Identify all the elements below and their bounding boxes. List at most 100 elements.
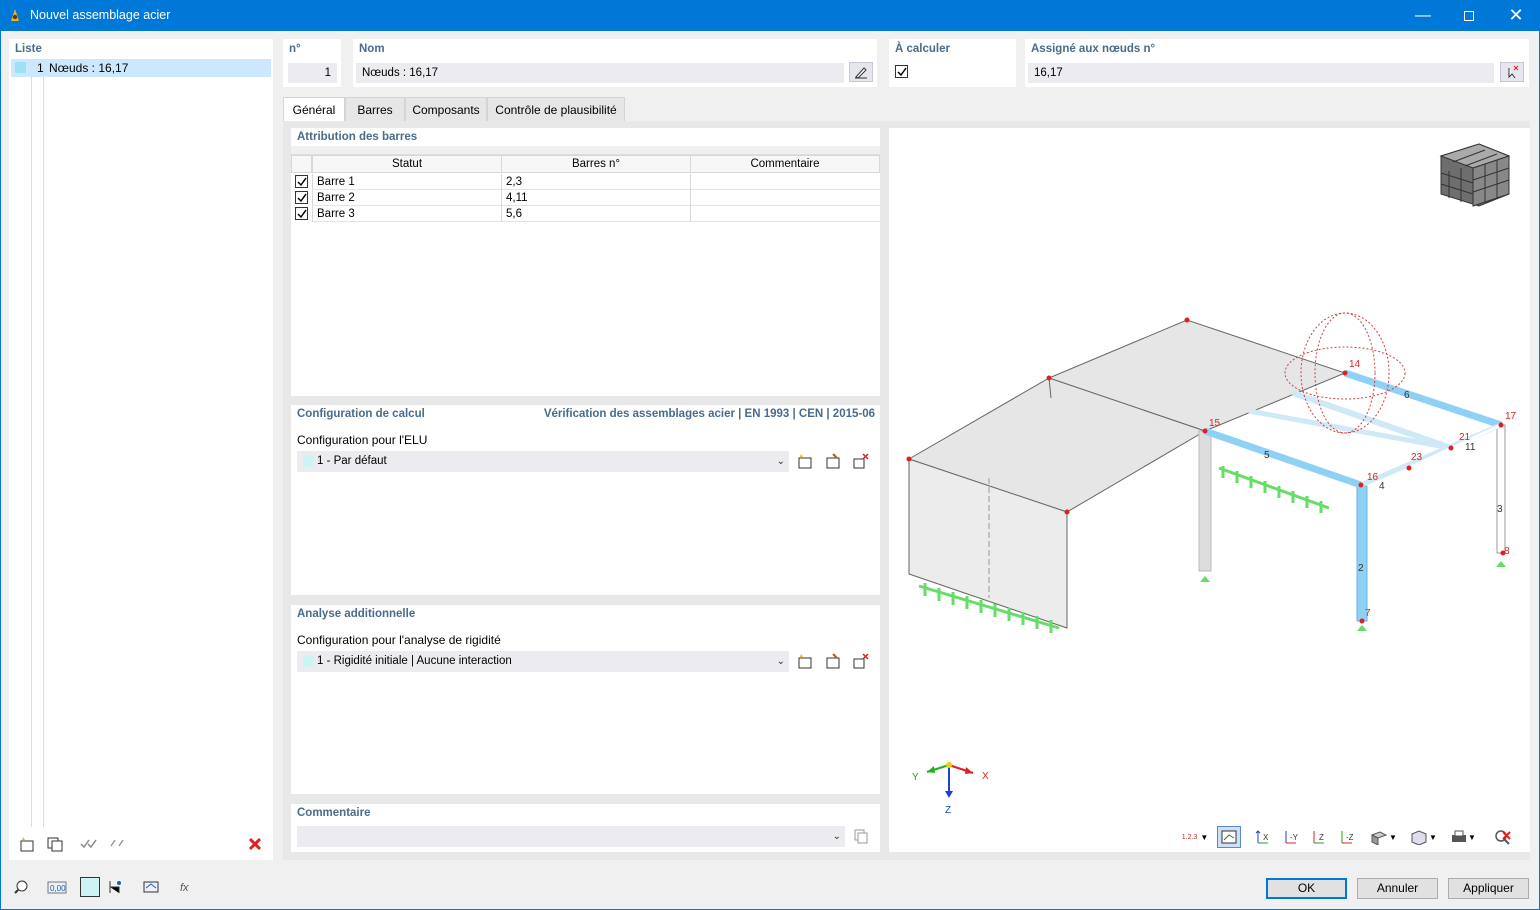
- tab-plausibility[interactable]: Contrôle de plausibilité: [487, 97, 625, 121]
- new-config-button[interactable]: [793, 450, 817, 472]
- node-label-16: 16: [1367, 472, 1379, 483]
- node-label-23: 23: [1411, 452, 1423, 463]
- view-minus-y-button[interactable]: -Y: [1279, 826, 1303, 848]
- window-title: Nouvel assemblage acier: [30, 8, 171, 22]
- chevron-down-icon: ▼: [1200, 832, 1209, 842]
- reset-view-button[interactable]: [1491, 826, 1515, 848]
- search-button[interactable]: [10, 876, 34, 898]
- box-view-button[interactable]: ▼: [1405, 826, 1441, 848]
- members-cell[interactable]: 2,3: [501, 174, 691, 190]
- assigned-field[interactable]: 16,17: [1028, 63, 1494, 83]
- col-header-status[interactable]: Statut: [312, 155, 502, 173]
- uncheck-all-button[interactable]: [106, 833, 130, 855]
- number-field[interactable]: 1: [288, 63, 337, 83]
- chevron-down-icon: ▼: [1429, 832, 1437, 842]
- columns: [1198, 424, 1506, 622]
- members-cell[interactable]: 5,6: [501, 206, 691, 222]
- units-button[interactable]: 0,00: [45, 876, 69, 898]
- axis-x-label: X: [982, 771, 989, 782]
- copy-item-button[interactable]: [43, 833, 67, 855]
- check-all-button[interactable]: [77, 833, 101, 855]
- display-toggle-button[interactable]: [1217, 826, 1241, 848]
- new-stiffness-config-button[interactable]: [793, 650, 817, 672]
- row-checkbox[interactable]: [295, 175, 308, 188]
- select-nodes-button[interactable]: [1500, 62, 1524, 82]
- status-cell[interactable]: Barre 3: [312, 206, 502, 222]
- members-cell[interactable]: 4,11: [501, 190, 691, 206]
- view-z-button[interactable]: Z: [1307, 826, 1331, 848]
- check-all-icon: [80, 839, 97, 849]
- delete-config-button[interactable]: [849, 450, 873, 472]
- node-supports: [1200, 561, 1506, 631]
- delete-stiffness-config-button[interactable]: [849, 650, 873, 672]
- ok-button[interactable]: OK: [1266, 878, 1347, 899]
- table-row[interactable]: Barre 2 4,11: [291, 190, 880, 206]
- stiffness-config-select[interactable]: 1 - Rigidité initiale | Aucune interacti…: [297, 651, 789, 672]
- member-label-2: 2: [1358, 563, 1364, 574]
- numbering-button[interactable]: 1.2.3 ▼: [1177, 826, 1213, 848]
- number-label: n°: [289, 43, 301, 55]
- new-item-button[interactable]: [15, 833, 39, 855]
- list-item[interactable]: 1 Nœuds : 16,17: [11, 59, 271, 77]
- formula-button[interactable]: fx: [174, 876, 198, 898]
- check-icon: [297, 177, 307, 187]
- calc-config-title: Configuration de calcul: [297, 408, 425, 420]
- view-cube-icon[interactable]: [1439, 143, 1511, 207]
- edit-config-button[interactable]: [821, 450, 845, 472]
- tab-components[interactable]: Composants: [405, 97, 487, 121]
- svg-text:Z: Z: [1319, 833, 1324, 842]
- calc-checkbox[interactable]: [895, 65, 908, 78]
- uls-config-value: 1 - Par défaut: [317, 455, 387, 467]
- render-mode-button[interactable]: ▼: [1365, 826, 1401, 848]
- structure-button[interactable]: [104, 876, 128, 898]
- table-row[interactable]: Barre 1 2,3: [291, 174, 880, 190]
- cancel-button[interactable]: Annuler: [1357, 878, 1438, 899]
- row-checkbox[interactable]: [295, 207, 308, 220]
- comment-cell[interactable]: [690, 190, 880, 206]
- apply-button[interactable]: Appliquer: [1448, 878, 1529, 899]
- tab-general[interactable]: Général: [283, 97, 345, 123]
- name-field[interactable]: Nœuds : 16,17: [356, 63, 844, 83]
- edit-name-button[interactable]: [849, 62, 873, 82]
- check-icon: [297, 209, 307, 219]
- comment-cell[interactable]: [690, 174, 880, 190]
- model-3d-canvas[interactable]: 14 15 16 17 21 23 7 8 2 3 4 5 6 11 X Y Z: [889, 128, 1530, 852]
- delete-item-button[interactable]: [243, 833, 267, 855]
- comment-field[interactable]: ⌄: [297, 826, 845, 847]
- col-header-comment[interactable]: Commentaire: [690, 155, 880, 173]
- view-model-button[interactable]: [139, 876, 163, 898]
- color-picker[interactable]: [80, 877, 100, 897]
- comment-title: Commentaire: [297, 807, 371, 819]
- numbering-icon: 1.2.3: [1181, 833, 1198, 841]
- close-button[interactable]: ✕: [1493, 0, 1539, 31]
- table-row[interactable]: Barre 3 5,6: [291, 206, 880, 222]
- uls-config-select[interactable]: 1 - Par défaut ⌄: [297, 451, 789, 472]
- svg-text:0,00: 0,00: [50, 884, 66, 893]
- edit-icon: [855, 67, 867, 79]
- grid-corner: [291, 155, 312, 173]
- comment-cell[interactable]: [690, 206, 880, 222]
- view-minus-y-icon: -Y: [1285, 831, 1299, 844]
- chevron-down-icon: ⌄: [832, 831, 841, 842]
- minimize-button[interactable]: —: [1400, 0, 1446, 31]
- edit-stiffness-config-button[interactable]: [821, 650, 845, 672]
- view-z-icon: Z: [1313, 831, 1324, 844]
- chevron-down-icon: ▼: [1468, 832, 1476, 842]
- status-cell[interactable]: Barre 2: [312, 190, 502, 206]
- tab-members[interactable]: Barres: [345, 97, 405, 121]
- print-button[interactable]: ▼: [1445, 826, 1481, 848]
- maximize-button[interactable]: [1446, 0, 1492, 31]
- minimize-icon: —: [1415, 6, 1431, 24]
- tree-line: [31, 77, 32, 827]
- reset-view-icon: [1495, 830, 1511, 845]
- copy-icon: [854, 829, 868, 844]
- view-minus-z-button[interactable]: -Z: [1335, 826, 1359, 848]
- comment-library-button[interactable]: [849, 825, 873, 847]
- status-cell[interactable]: Barre 1: [312, 174, 502, 190]
- col-header-members[interactable]: Barres n°: [501, 155, 691, 173]
- model-view[interactable]: 14 15 16 17 21 23 7 8 2 3 4 5 6 11 X Y Z…: [889, 128, 1530, 852]
- row-checkbox[interactable]: [295, 191, 308, 204]
- view-x-button[interactable]: X: [1251, 826, 1275, 848]
- node-label-17: 17: [1505, 411, 1517, 422]
- comment-section: Commentaire ⌄: [291, 804, 880, 852]
